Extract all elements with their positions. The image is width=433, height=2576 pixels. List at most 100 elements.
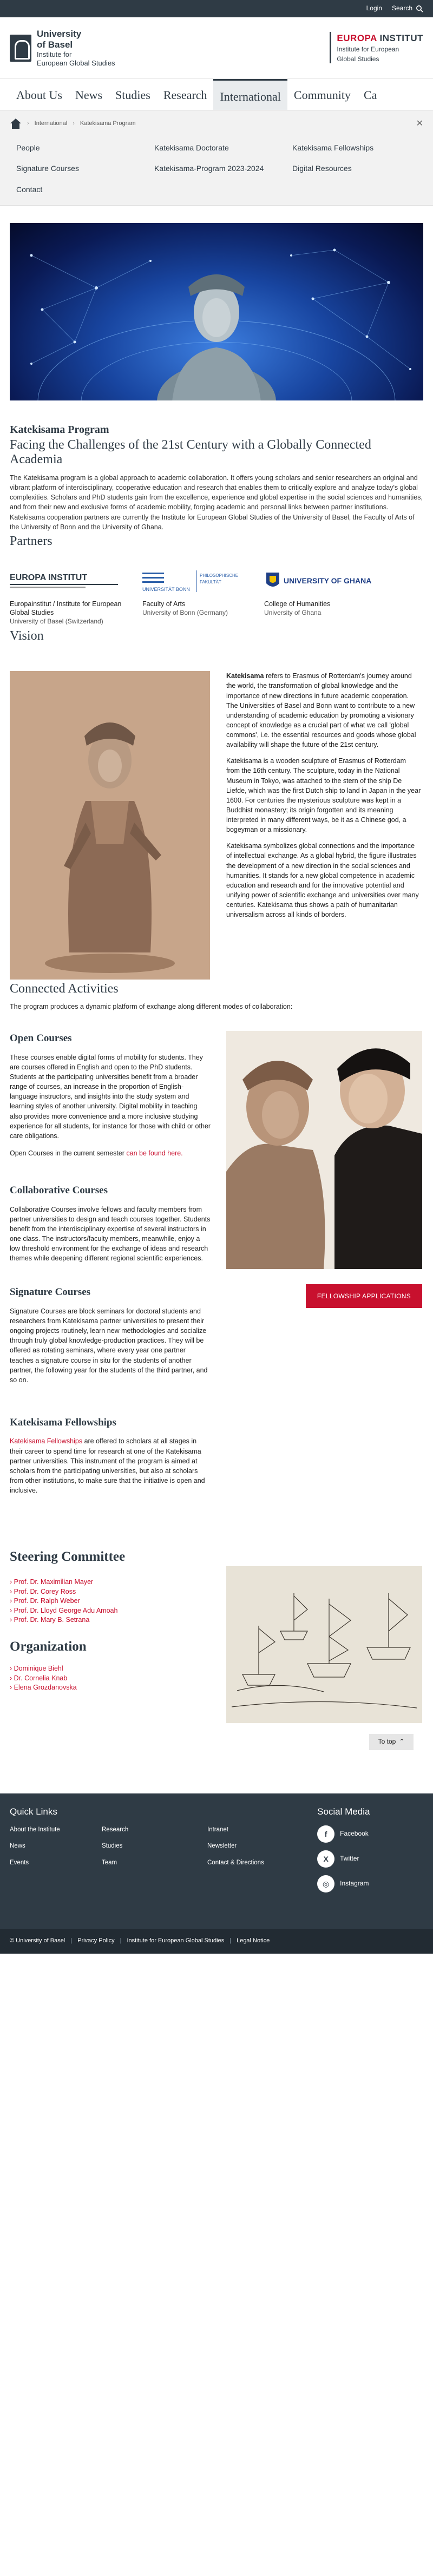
- vision-paragraph-2: Katekisama is a wooden sculpture of Eras…: [226, 757, 421, 834]
- list-item[interactable]: › Prof. Dr. Ralph Weber: [10, 1596, 211, 1606]
- to-top-label: To top: [378, 1738, 396, 1746]
- list-item[interactable]: › Prof. Dr. Corey Ross: [10, 1587, 211, 1597]
- list-item[interactable]: › Elena Grozdanovska: [10, 1683, 211, 1693]
- nav-news[interactable]: News: [69, 79, 109, 110]
- breadcrumb-separator: ›: [73, 120, 75, 127]
- subnav-signature-courses[interactable]: Signature Courses: [16, 161, 154, 175]
- copyright-owner: © University of Basel: [10, 1937, 65, 1944]
- university-bonn-logo-icon: UNIVERSITÄT BONN PHILOSOPHISCHE FAKULTÄT: [142, 570, 238, 592]
- subnav-people[interactable]: People: [16, 141, 154, 155]
- partner-basel: EUROPA INSTITUT Europainstitut / Institu…: [10, 565, 123, 627]
- activities-section: Open Courses These courses enable digita…: [10, 1031, 423, 1509]
- list-item[interactable]: › Prof. Dr. Maximilian Mayer: [10, 1578, 211, 1587]
- top-utility-bar: Login Search: [0, 0, 433, 17]
- footer-link[interactable]: News: [10, 1842, 102, 1851]
- logo-divider: [330, 32, 332, 64]
- chevron-up-icon: ⌃: [399, 1738, 405, 1746]
- nav-research[interactable]: Research: [157, 79, 214, 110]
- partners-list: EUROPA INSTITUT Europainstitut / Institu…: [10, 565, 423, 627]
- twitter-icon: X: [317, 1850, 335, 1868]
- university-name-line1: University: [37, 28, 82, 39]
- erasmus-bust-graphic: [157, 274, 276, 400]
- fellowships-text-body: are offered to scholars at all stages in…: [10, 1437, 205, 1495]
- site-header: University of Basel Institute for Europe…: [0, 17, 433, 79]
- subnav-katekisama-doctorate[interactable]: Katekisama Doctorate: [154, 141, 292, 155]
- fellowship-applications-button[interactable]: FELLOWSHIP APPLICATIONS: [306, 1284, 422, 1309]
- breadcrumb-international[interactable]: International: [35, 120, 68, 128]
- institute-link[interactable]: Institute for European Global Studies: [127, 1937, 224, 1946]
- list-item[interactable]: › Prof. Dr. Lloyd George Adu Amoah: [10, 1606, 211, 1616]
- nav-community[interactable]: Community: [287, 79, 357, 110]
- footer-link[interactable]: Research: [102, 1825, 207, 1835]
- legal-notice-link[interactable]: Legal Notice: [237, 1937, 270, 1946]
- svg-text:UNIVERSITÄT BONN: UNIVERSITÄT BONN: [142, 587, 190, 592]
- open-courses-link[interactable]: can be found here.: [126, 1149, 182, 1157]
- nav-truncated[interactable]: Ca: [357, 79, 383, 110]
- svg-text:FAKULTÄT: FAKULTÄT: [200, 580, 221, 584]
- europa-institut-logo-icon: EUROPA INSTITUT: [10, 573, 118, 588]
- subnav-contact[interactable]: Contact: [16, 182, 154, 196]
- organization-list: › Dominique Biehl › Dr. Cornelia Knab › …: [10, 1664, 211, 1693]
- network-globe-graphic: [30, 248, 411, 400]
- home-icon[interactable]: [10, 119, 22, 129]
- social-media-heading: Social Media: [317, 1806, 370, 1817]
- search-button[interactable]: Search: [392, 4, 423, 13]
- breadcrumb-separator: ›: [27, 120, 29, 127]
- signature-courses-heading: Signature Courses: [10, 1286, 91, 1298]
- subnav-katekisama-fellowships[interactable]: Katekisama Fellowships: [292, 141, 430, 155]
- partner-logo-bonn: UNIVERSITÄT BONN PHILOSOPHISCHE FAKULTÄT: [142, 565, 245, 597]
- svg-text:PHILOSOPHISCHE: PHILOSOPHISCHE: [200, 573, 238, 578]
- social-facebook[interactable]: f Facebook: [317, 1825, 423, 1843]
- partner-name: Europainstitut / Institute for European …: [10, 600, 122, 616]
- site-footer: Quick Links About the Institute Research…: [0, 1793, 433, 1929]
- social-instagram[interactable]: ◎ Instagram: [317, 1875, 423, 1892]
- footer-link[interactable]: Events: [10, 1858, 102, 1868]
- subnav-katekisama-program-2023-2024[interactable]: Katekisama-Program 2023-2024: [154, 161, 292, 175]
- footer-link[interactable]: Contact & Directions: [207, 1858, 316, 1868]
- open-courses-heading: Open Courses: [10, 1033, 72, 1044]
- svg-text:EUROPA INSTITUT: EUROPA INSTITUT: [10, 573, 87, 582]
- intro-heading: Facing the Challenges of the 21st Centur…: [10, 437, 371, 467]
- partner-name: Faculty of Arts: [142, 600, 186, 608]
- instagram-icon: ◎: [317, 1875, 335, 1892]
- university-logo[interactable]: University of Basel Institute for Europe…: [10, 29, 115, 68]
- social-label: Instagram: [340, 1880, 369, 1888]
- social-label: Facebook: [340, 1830, 369, 1838]
- subnav-digital-resources[interactable]: Digital Resources: [292, 161, 430, 175]
- collaborative-courses-text: Collaborative Courses involve fellows an…: [10, 1205, 211, 1263]
- collaborative-courses-heading: Collaborative Courses: [10, 1185, 108, 1197]
- steering-committee-heading: Steering Committee: [10, 1549, 126, 1565]
- footer-link[interactable]: Studies: [102, 1842, 207, 1851]
- hero-image: [10, 222, 423, 400]
- social-twitter[interactable]: X Twitter: [317, 1850, 423, 1868]
- collaborative-courses-block: Collaborative Courses Collaborative Cour…: [10, 1183, 211, 1263]
- connected-activities-subtitle: The program produces a dynamic platform …: [10, 1003, 293, 1011]
- login-link[interactable]: Login: [366, 4, 382, 13]
- nav-about-us[interactable]: About Us: [10, 79, 69, 110]
- footer-link[interactable]: Intranet: [207, 1825, 316, 1835]
- nav-studies[interactable]: Studies: [109, 79, 157, 110]
- footer-link[interactable]: About the Institute: [10, 1825, 102, 1835]
- list-item[interactable]: › Dr. Cornelia Knab: [10, 1674, 211, 1684]
- fellowships-link[interactable]: Katekisama Fellowships: [10, 1437, 82, 1445]
- open-courses-link-prefix: Open Courses in the current semester: [10, 1149, 127, 1157]
- footer-link[interactable]: Team: [102, 1858, 207, 1868]
- signature-courses-block: Signature Courses Signature Courses are …: [10, 1285, 211, 1385]
- close-icon[interactable]: ✕: [416, 117, 423, 130]
- copyright-bar: © University of Basel | Privacy Policy |…: [0, 1929, 433, 1954]
- europa-institut-logo[interactable]: EUROPA INSTITUT Institute for European G…: [330, 32, 423, 64]
- signature-courses-text: Signature Courses are block seminars for…: [10, 1307, 208, 1384]
- nav-international[interactable]: International: [213, 79, 287, 110]
- to-top-button[interactable]: To top ⌃: [369, 1734, 414, 1751]
- page-title: Katekisama Program: [10, 423, 109, 436]
- list-item[interactable]: › Dominique Biehl: [10, 1664, 211, 1674]
- footer-link[interactable]: Newsletter: [207, 1842, 316, 1851]
- fellowships-text: Katekisama Fellowships are offered to sc…: [10, 1436, 211, 1495]
- vision-text: Katekisama refers to Erasmus of Rotterda…: [226, 671, 421, 980]
- privacy-policy-link[interactable]: Privacy Policy: [77, 1937, 114, 1946]
- search-icon: [416, 5, 423, 12]
- europa-name-suffix: INSTITUT: [379, 32, 423, 43]
- quick-links-heading: Quick Links: [10, 1806, 57, 1817]
- list-item[interactable]: › Prof. Dr. Mary B. Setrana: [10, 1615, 211, 1625]
- sculpture-graphic: [10, 671, 210, 980]
